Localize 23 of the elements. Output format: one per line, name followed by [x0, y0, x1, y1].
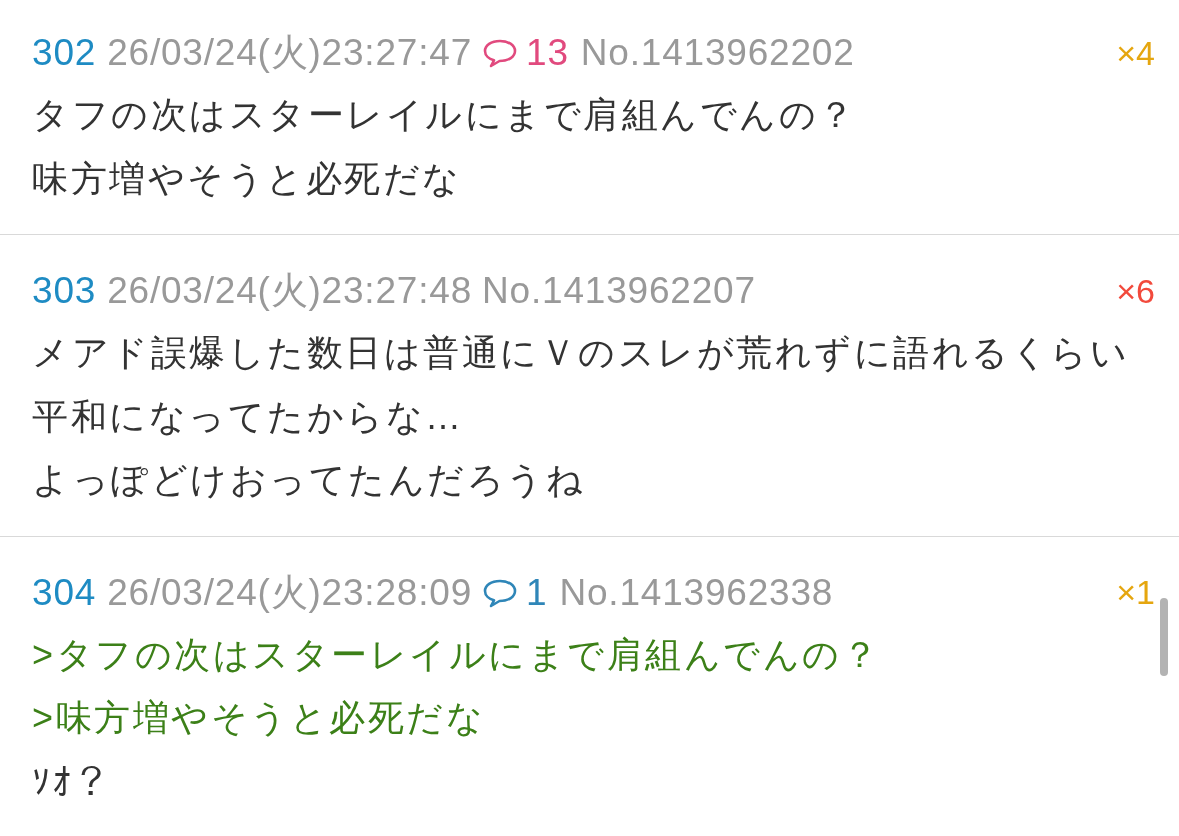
post-date: 26/03/24(火)23:27:47	[107, 31, 473, 75]
reply-count-link[interactable]: 1	[482, 571, 548, 614]
post-number[interactable]: 302	[32, 32, 97, 74]
post-number[interactable]: 303	[32, 270, 97, 312]
quoted-text: >味方増やそうと必死だな	[32, 696, 486, 740]
post-date: 26/03/24(火)23:28:09	[107, 570, 473, 615]
post-date: 26/03/24(火)23:27:48	[107, 269, 473, 313]
score-count: ×6	[1116, 271, 1155, 311]
post-text: メアド誤爆した数日は普通にＶのスレが荒れずに語れるくらい	[32, 331, 1129, 375]
post-text: よっぽどけおってたんだろうね	[32, 458, 585, 502]
post-text: 味方増やそうと必死だな	[32, 156, 462, 201]
score-count: ×4	[1116, 33, 1155, 73]
post-text: タフの次はスターレイルにまで肩組んでんの？	[32, 93, 857, 137]
post-id: No.1413962207	[482, 270, 756, 312]
scrollbar-thumb[interactable]	[1160, 598, 1168, 676]
post-text: ｿｵ？	[32, 759, 112, 804]
reply-count-link[interactable]: 13	[482, 32, 569, 74]
quoted-text: >タフの次はスターレイルにまで肩組んでんの？	[32, 632, 881, 677]
post-id: No.1413962202	[580, 32, 855, 74]
score-count: ×1	[1116, 573, 1155, 612]
post-text: 平和になってたからな…	[32, 394, 464, 439]
post-id: No.1413962338	[559, 571, 834, 614]
post-number[interactable]: 304	[32, 571, 97, 614]
